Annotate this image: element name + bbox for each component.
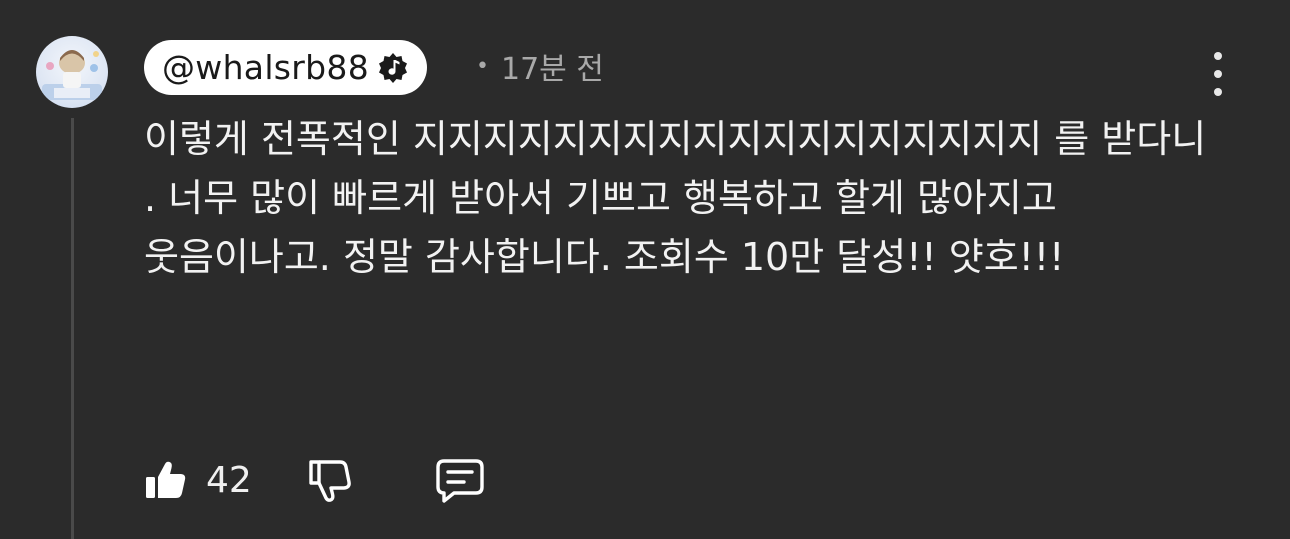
comment-meta: • 17분 전 <box>476 44 604 88</box>
avatar[interactable] <box>36 36 108 108</box>
music-note-badge-icon <box>377 52 409 84</box>
comment-actions: 42 <box>144 456 486 504</box>
vertical-ellipsis-icon[interactable] <box>1203 52 1233 96</box>
thumbs-up-filled-icon[interactable] <box>144 458 188 502</box>
comment-reply-icon[interactable] <box>434 456 486 504</box>
avatar-illustration <box>42 50 102 100</box>
author-handle[interactable]: @whalsrb88 <box>162 48 369 87</box>
comment-text: 이렇게 전폭적인 지지지지지지지지지지지지지지지지지지 를 받다니 . 너무 많… <box>144 117 1219 279</box>
thumbs-down-outline-icon[interactable] <box>308 456 354 504</box>
author-handle-chip[interactable]: @whalsrb88 <box>144 40 427 95</box>
like-count: 42 <box>206 459 252 501</box>
timestamp: 17분 전 <box>500 52 604 87</box>
thread-line <box>71 118 74 539</box>
meta-separator: • <box>476 53 489 79</box>
